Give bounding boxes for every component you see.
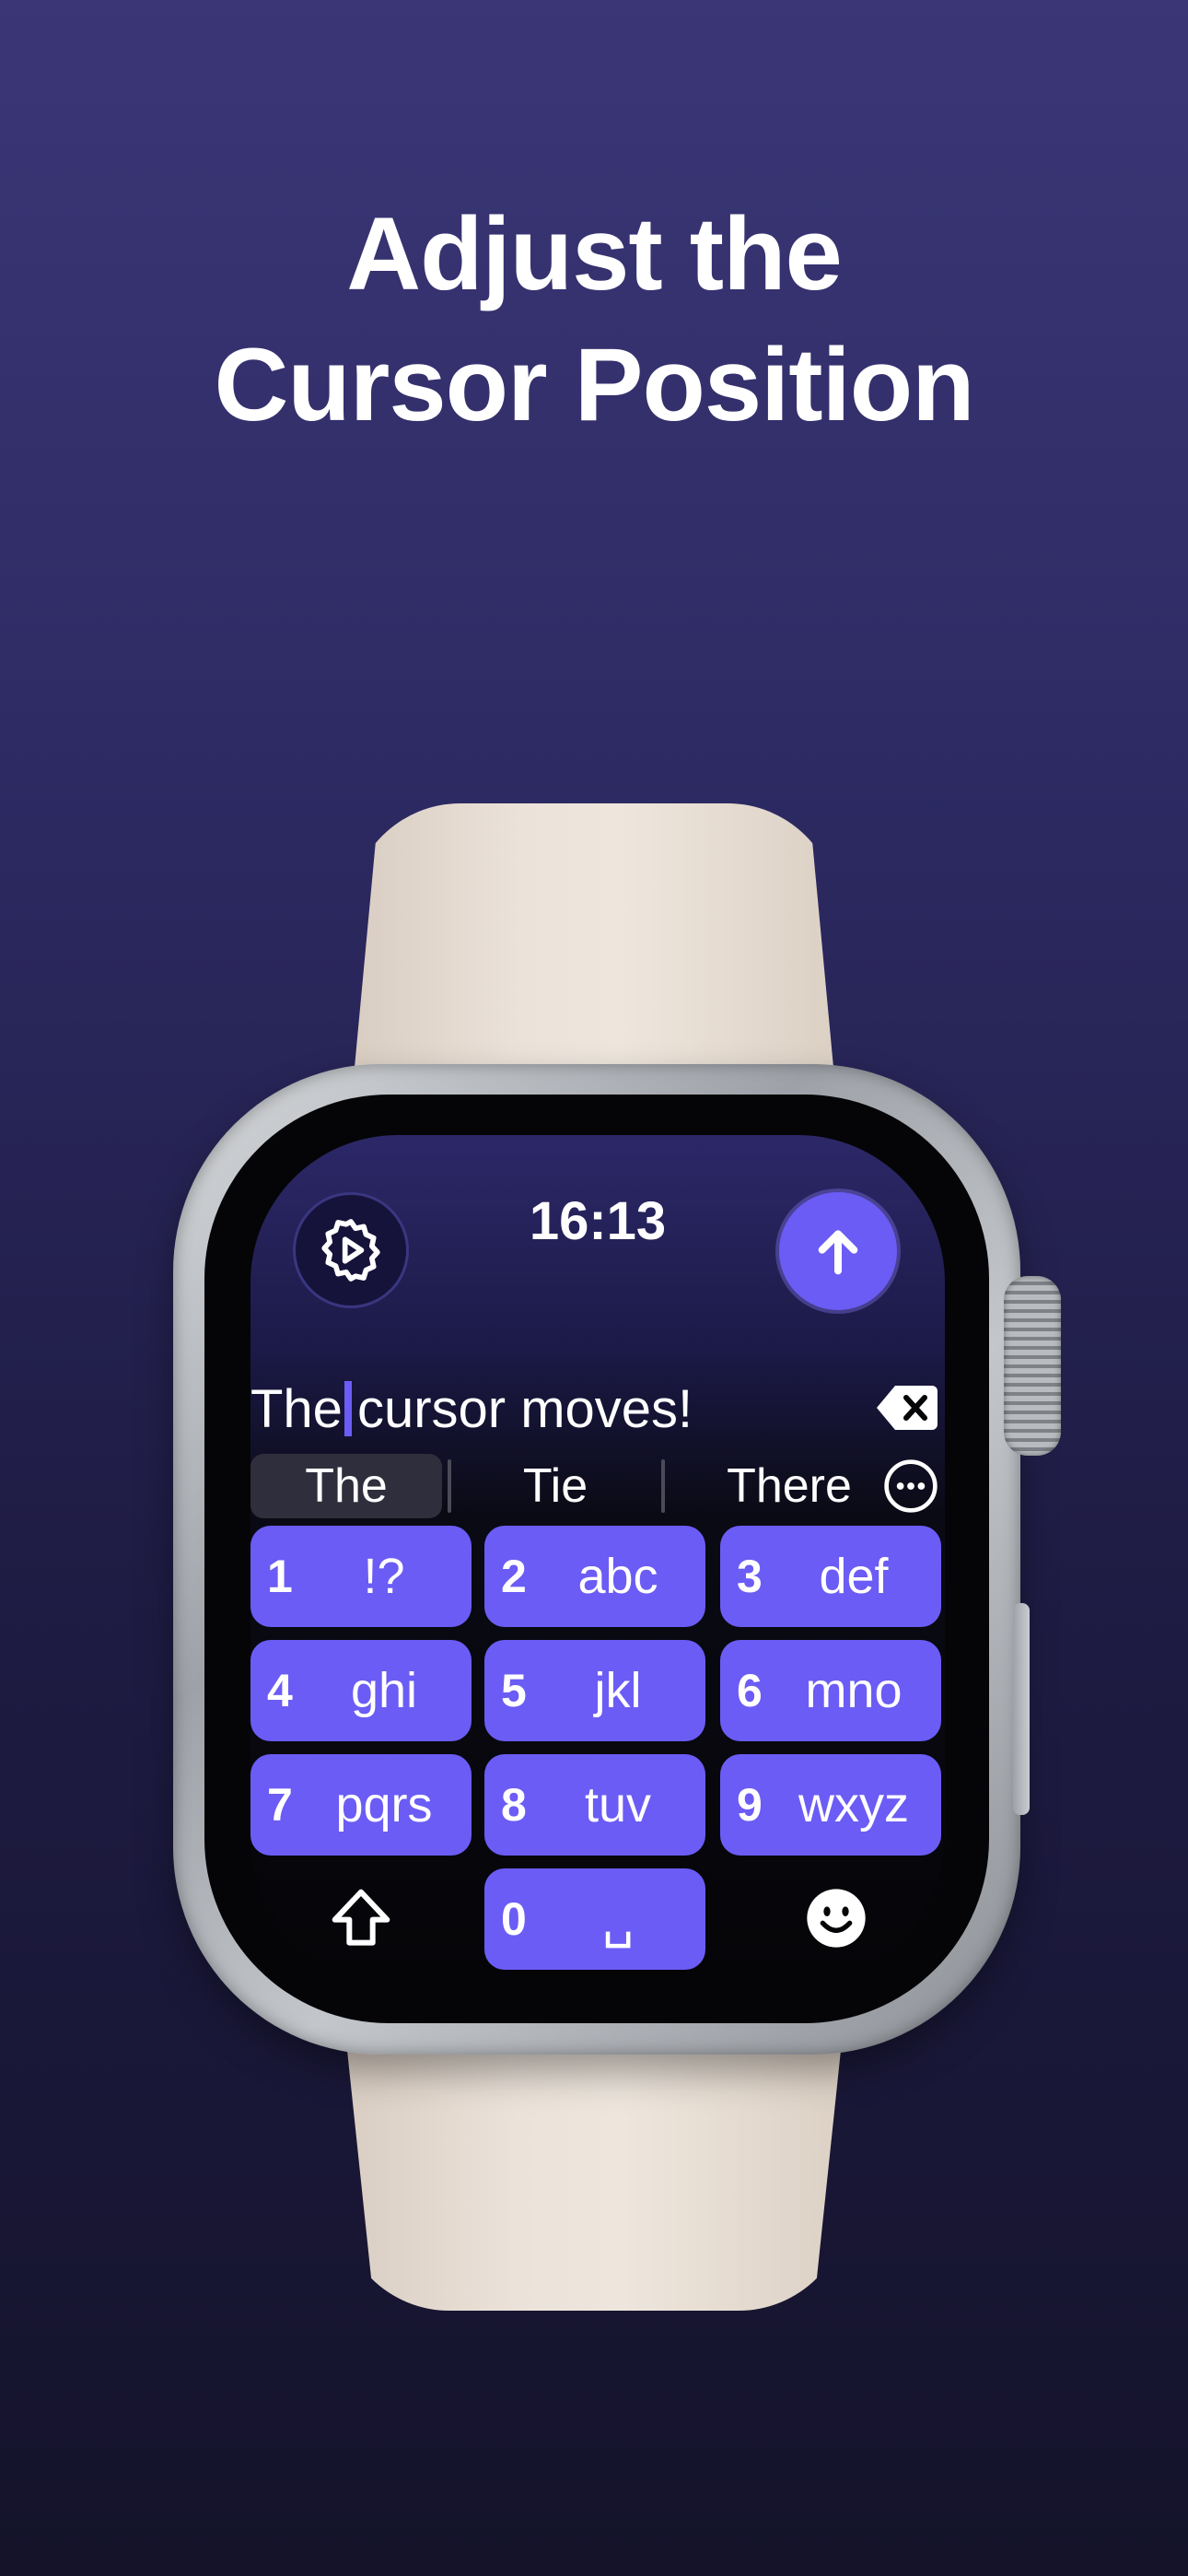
clock-time: 16:13	[529, 1191, 667, 1251]
key-letters: mno	[805, 1663, 903, 1718]
delete-button[interactable]	[875, 1382, 939, 1434]
key-7[interactable]: 7 pqrs	[250, 1754, 472, 1856]
key-9[interactable]: 9 wxyz	[720, 1754, 941, 1856]
text-input[interactable]: The cursor moves!	[250, 1376, 766, 1441]
key-number: 4	[267, 1665, 293, 1716]
key-number: 2	[501, 1551, 527, 1602]
headline-line-2: Cursor Position	[214, 327, 974, 442]
digital-crown[interactable]	[1004, 1276, 1061, 1456]
key-number: 6	[737, 1665, 763, 1716]
key-number: 7	[267, 1779, 293, 1831]
key-5[interactable]: 5 jkl	[484, 1640, 705, 1741]
key-1[interactable]: 1 !?	[250, 1526, 472, 1627]
key-number: 3	[737, 1551, 763, 1602]
suggestion-divider	[448, 1459, 451, 1513]
headline-line-1: Adjust the	[346, 196, 843, 311]
key-letters: !?	[363, 1549, 405, 1604]
settings-button[interactable]	[293, 1192, 409, 1308]
key-number: 0	[501, 1893, 527, 1945]
key-0-space[interactable]: 0 ␣	[484, 1868, 705, 1970]
key-letters: wxyz	[798, 1777, 909, 1832]
emoji-button[interactable]	[799, 1881, 873, 1955]
arrow-up-icon	[818, 1230, 858, 1275]
suggestion-2[interactable]: Tie	[455, 1454, 656, 1518]
text-cursor[interactable]	[344, 1381, 352, 1436]
key-4[interactable]: 4 ghi	[250, 1640, 472, 1741]
key-letters: pqrs	[335, 1777, 433, 1832]
more-suggestions-button[interactable]	[882, 1458, 939, 1515]
key-8[interactable]: 8 tuv	[484, 1754, 705, 1856]
key-number: 5	[501, 1665, 527, 1716]
text-after-cursor: cursor moves!	[356, 1378, 693, 1439]
key-letters: jkl	[594, 1663, 642, 1718]
headline: Adjust the Cursor Position	[0, 189, 1188, 451]
ellipsis-circle-icon	[884, 1459, 938, 1513]
key-6[interactable]: 6 mno	[720, 1640, 941, 1741]
key-letters: ghi	[350, 1663, 418, 1718]
space-glyph: ␣	[601, 1891, 635, 1948]
suggestion-1[interactable]: The	[250, 1454, 442, 1518]
key-2[interactable]: 2 abc	[484, 1526, 705, 1627]
gear-play-icon	[321, 1219, 380, 1282]
send-button[interactable]	[779, 1192, 897, 1310]
shift-button[interactable]	[324, 1881, 398, 1955]
key-3[interactable]: 3 def	[720, 1526, 941, 1627]
backspace-icon	[877, 1386, 938, 1430]
suggestion-bar: The Tie There	[250, 1454, 945, 1518]
side-button[interactable]	[1013, 1603, 1030, 1815]
suggestion-3[interactable]: There	[665, 1454, 914, 1518]
key-letters: abc	[577, 1549, 658, 1604]
key-letters: def	[819, 1549, 889, 1604]
watch-screen: 16:13 The cursor moves! The Tie There 1	[250, 1135, 945, 1983]
text-before-cursor: The	[250, 1378, 343, 1439]
key-number: 9	[737, 1779, 763, 1831]
key-letters: tuv	[584, 1777, 652, 1832]
key-number: 8	[501, 1779, 527, 1831]
smiley-icon	[807, 1889, 866, 1948]
key-number: 1	[267, 1551, 293, 1602]
shift-arrow-icon	[332, 1889, 390, 1946]
